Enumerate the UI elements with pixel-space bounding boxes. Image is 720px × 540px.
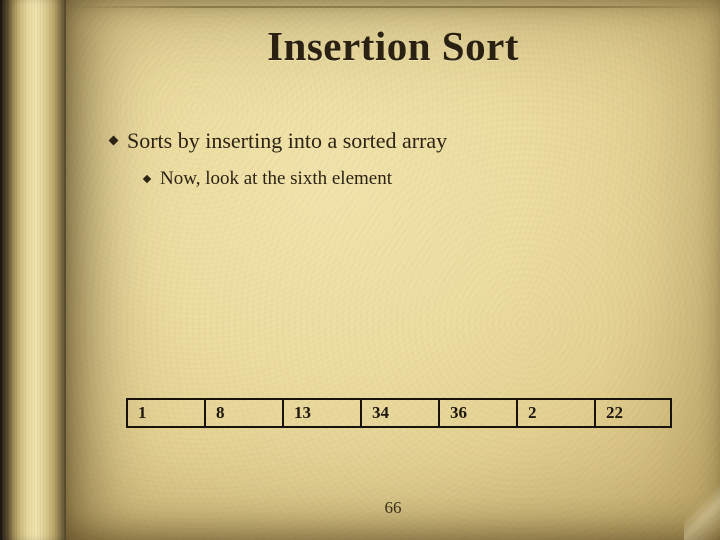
book-spine [0,0,66,540]
array-row: 1 8 13 34 36 2 22 [126,398,672,428]
page-number: 66 [66,498,720,518]
bullet-sub-text: Now, look at the sixth element [160,168,392,190]
slide-stage: Insertion Sort Sorts by inserting into a… [0,0,720,540]
array-cell: 22 [594,398,672,428]
diamond-icon [109,136,119,146]
diamond-icon [143,175,151,183]
slide-page: Insertion Sort Sorts by inserting into a… [66,0,720,540]
bullet-level-1: Sorts by inserting into a sorted array [110,128,447,154]
array-cell: 8 [204,398,282,428]
array-cell: 36 [438,398,516,428]
array-cell: 34 [360,398,438,428]
array-cell: 1 [126,398,204,428]
slide-title: Insertion Sort [66,22,720,70]
bullet-main-text: Sorts by inserting into a sorted array [127,128,447,154]
bullet-list: Sorts by inserting into a sorted array N… [110,128,447,190]
array-cell: 13 [282,398,360,428]
bullet-level-2: Now, look at the sixth element [144,168,447,190]
array-cell: 2 [516,398,594,428]
top-rule [66,6,720,8]
